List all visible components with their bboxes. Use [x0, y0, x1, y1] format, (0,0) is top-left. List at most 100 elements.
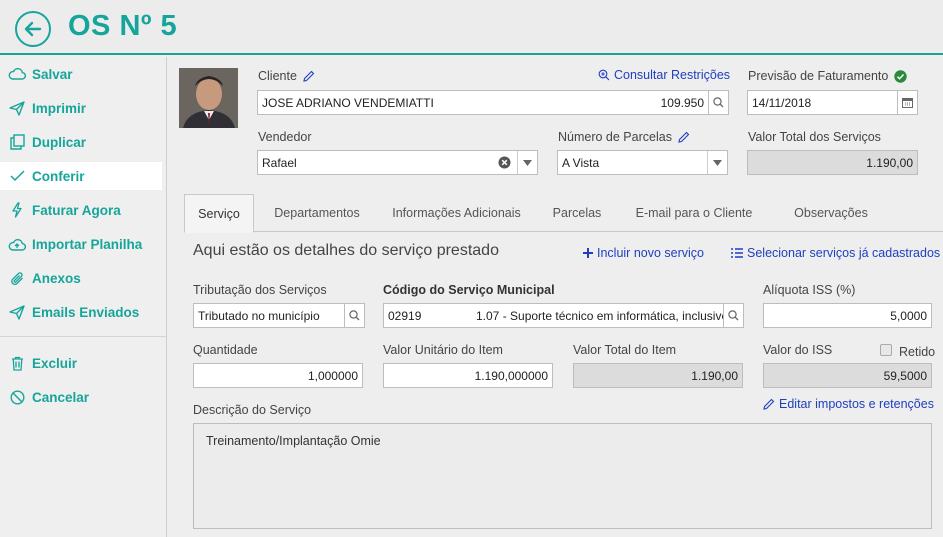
sidebar-item-duplicar[interactable]: Duplicar [0, 128, 162, 156]
iss-rate-field[interactable]: 5,0000 [763, 303, 932, 328]
cloud-upload-icon [0, 237, 32, 252]
tab-bar: Serviço Departamentos Informações Adicio… [184, 194, 943, 233]
sidebar-item-importar-planilha[interactable]: Importar Planilha [0, 230, 162, 258]
client-label: Cliente [258, 69, 297, 83]
edit-taxes-link[interactable]: Editar impostos e retenções [763, 397, 934, 411]
iss-rate-value: 5,0000 [890, 308, 927, 323]
total-services-label: Valor Total dos Serviços [748, 130, 881, 144]
quantity-value: 1,000000 [307, 368, 358, 383]
seller-label: Vendedor [258, 130, 312, 144]
sidebar-item-cancelar[interactable]: Cancelar [0, 383, 162, 411]
chevron-down-icon [713, 159, 722, 166]
page-title: OS Nº 5 [68, 10, 178, 42]
search-icon [349, 310, 360, 321]
client-name: JOSE ADRIANO VENDEMIATTI [262, 95, 434, 110]
consult-restrictions-link[interactable]: Consultar Restrições [598, 68, 730, 82]
paper-plane-icon [0, 100, 32, 116]
sidebar-item-label: Imprimir [32, 100, 87, 116]
lightning-icon [0, 202, 32, 218]
section-title: Aqui estão os detalhes do serviço presta… [193, 242, 499, 259]
quantity-label: Quantidade [193, 343, 258, 357]
unit-value-field[interactable]: 1.190,000000 [383, 363, 553, 388]
search-icon [713, 97, 724, 108]
calendar-button[interactable] [897, 91, 917, 114]
pencil-icon [763, 398, 775, 410]
unit-value-label: Valor Unitário do Item [383, 343, 503, 357]
taxation-label: Tributação dos Serviços [193, 283, 327, 297]
edit-taxes-label: Editar impostos e retenções [779, 397, 934, 411]
cloud-icon [0, 67, 32, 81]
item-total-value: 1.190,00 [691, 368, 738, 383]
iss-value-label: Valor do ISS [763, 343, 833, 357]
quantity-field[interactable]: 1,000000 [193, 363, 363, 388]
taxation-field[interactable]: Tributado no município [193, 303, 365, 328]
billing-label-group: Previsão de Faturamento [748, 69, 908, 83]
installments-dropdown-toggle[interactable] [707, 151, 727, 174]
add-service-label: Incluir novo serviço [597, 246, 704, 260]
consult-restrictions-label: Consultar Restrições [614, 68, 731, 82]
sidebar-item-conferir[interactable]: Conferir [0, 162, 162, 190]
billing-label: Previsão de Faturamento [748, 69, 889, 83]
select-services-link[interactable]: Selecionar serviços já cadastrados [731, 246, 940, 260]
sidebar-item-label: Salvar [32, 66, 73, 82]
sidebar-item-salvar[interactable]: Salvar [0, 60, 162, 88]
iss-value-field: 59,5000 [763, 363, 932, 388]
client-photo [179, 68, 238, 128]
sidebar-item-label: Faturar Agora [32, 202, 121, 218]
sidebar-item-emails-enviados[interactable]: Emails Enviados [0, 298, 162, 326]
client-field[interactable]: JOSE ADRIANO VENDEMIATTI 109.950 [257, 90, 729, 115]
client-search-button[interactable] [708, 91, 728, 114]
seller-dropdown-toggle[interactable] [517, 151, 537, 174]
total-services-value: 1.190,00 [866, 155, 913, 170]
sidebar-item-faturar-agora[interactable]: Faturar Agora [0, 196, 162, 224]
billing-date: 14/11/2018 [752, 95, 812, 110]
plus-icon [583, 248, 593, 258]
sidebar-item-label: Conferir [32, 168, 85, 184]
tab-informacoes-adicionais[interactable]: Informações Adicionais [384, 194, 529, 232]
clear-icon[interactable] [498, 156, 511, 169]
calendar-icon [902, 98, 913, 108]
header: OS Nº 5 [0, 0, 943, 55]
check-icon [0, 170, 32, 182]
installments-label-group: Número de Parcelas [558, 130, 690, 144]
iss-value: 59,5000 [883, 368, 927, 383]
sidebar-item-label: Excluir [32, 355, 78, 371]
seller-select[interactable]: Rafael [257, 150, 538, 175]
billing-date-field[interactable]: 14/11/2018 [747, 90, 918, 115]
pencil-icon[interactable] [678, 131, 690, 143]
trash-icon [0, 356, 32, 371]
municipal-code-field[interactable]: 02919 1.07 - Suporte técnico em informát… [383, 303, 744, 328]
description-label: Descrição do Serviço [193, 403, 312, 417]
tab-servico[interactable]: Serviço [184, 194, 254, 233]
sidebar: Salvar Imprimir Duplicar Conferir Fatura… [0, 57, 167, 537]
tab-departamentos[interactable]: Departamentos [262, 194, 372, 232]
tab-email-cliente[interactable]: E-mail para o Cliente [624, 194, 764, 232]
item-total-label: Valor Total do Item [573, 343, 677, 357]
pencil-icon[interactable] [303, 70, 315, 82]
unit-value: 1.190,000000 [474, 368, 548, 383]
zoom-in-icon [598, 69, 610, 81]
sidebar-item-excluir[interactable]: Excluir [0, 349, 162, 377]
add-service-link[interactable]: Incluir novo serviço [583, 246, 704, 260]
installments-label: Número de Parcelas [558, 130, 672, 144]
tab-observacoes[interactable]: Observações [776, 194, 886, 232]
paperclip-icon [0, 271, 32, 286]
back-button[interactable] [15, 11, 51, 47]
tab-parcelas[interactable]: Parcelas [542, 194, 612, 232]
main-content: Cliente Consultar Restrições JOSE ADRIAN… [168, 57, 943, 537]
sidebar-item-imprimir[interactable]: Imprimir [0, 94, 162, 122]
description-textarea[interactable]: Treinamento/Implantação Omie [193, 423, 932, 529]
taxation-search-button[interactable] [344, 304, 364, 327]
sidebar-item-anexos[interactable]: Anexos [0, 264, 162, 292]
paper-plane-icon [0, 304, 32, 320]
sidebar-item-label: Duplicar [32, 134, 87, 150]
list-icon [731, 248, 743, 258]
iss-withheld-checkbox[interactable] [880, 344, 892, 356]
sidebar-item-label: Emails Enviados [32, 304, 140, 320]
search-icon [728, 310, 739, 321]
item-total-field: 1.190,00 [573, 363, 743, 388]
chevron-down-icon [523, 159, 532, 166]
installments-select[interactable]: A Vista [557, 150, 728, 175]
municipal-code-search-button[interactable] [723, 304, 743, 327]
installments-value: A Vista [562, 155, 600, 170]
